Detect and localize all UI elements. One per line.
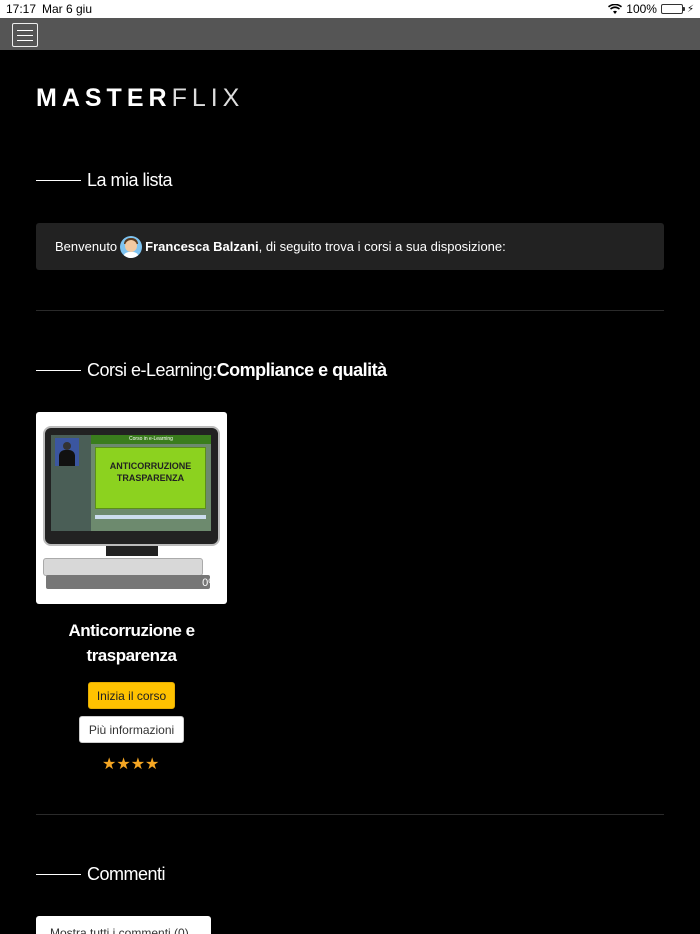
section-divider xyxy=(36,310,664,311)
welcome-suffix: , di seguito trova i corsi a sua disposi… xyxy=(258,239,506,254)
welcome-box: Benvenuto Francesca Balzani , di seguito… xyxy=(36,223,664,270)
hamburger-menu-button[interactable] xyxy=(12,23,38,47)
category-heading: Corsi e-Learning: Compliance e qualità xyxy=(36,360,387,381)
user-avatar-icon xyxy=(120,235,143,258)
heading-line xyxy=(36,370,81,371)
welcome-prefix: Benvenuto xyxy=(55,239,118,254)
status-time: 17:17 xyxy=(6,2,37,16)
battery-icon xyxy=(660,4,685,14)
screen-header: Corso in e-Learning xyxy=(91,435,211,444)
keyboard-illustration xyxy=(43,558,203,576)
course-thumbnail[interactable]: Corso in e-Learning ANTICORRUZIONE TRASP… xyxy=(36,412,227,604)
section-divider xyxy=(36,814,664,815)
heading-line xyxy=(36,180,81,181)
menu-line-icon xyxy=(17,39,33,41)
category-title-prefix: Corsi e-Learning: xyxy=(87,360,217,380)
rating-stars-icon: ★★★★ xyxy=(102,756,160,773)
my-list-heading: La mia lista xyxy=(36,170,173,191)
my-list-title: La mia lista xyxy=(87,170,173,190)
logo-flix: FLIX xyxy=(171,84,245,112)
comments-heading: Commenti xyxy=(36,864,166,885)
status-bar: 17:17 Mar 6 giu 100% ⚡ xyxy=(0,0,700,18)
user-name: Francesca Balzani xyxy=(145,239,259,254)
show-all-comments-button[interactable]: Mostra tutti i commenti (0) xyxy=(36,916,211,934)
computer-illustration: Corso in e-Learning ANTICORRUZIONE TRASP… xyxy=(43,426,220,546)
heading-line xyxy=(36,874,81,875)
category-title-bold: Compliance e qualità xyxy=(216,360,388,380)
status-right: 100% ⚡ xyxy=(608,2,694,16)
course-title: Anticorruzione e trasparenza xyxy=(68,621,195,665)
menu-line-icon xyxy=(17,34,33,36)
presenter-icon xyxy=(55,438,79,466)
course-progress: 0% xyxy=(202,577,218,589)
menu-line-icon xyxy=(17,29,33,31)
masterflix-logo[interactable]: MASTERFLIX xyxy=(36,84,244,113)
wifi-icon xyxy=(608,3,623,14)
status-date: Mar 6 giu xyxy=(42,2,93,16)
logo-master: MASTER xyxy=(36,84,172,112)
comments-title: Commenti xyxy=(87,864,166,884)
more-info-button[interactable]: Più informazioni xyxy=(79,716,184,743)
battery-percent: 100% xyxy=(626,2,657,16)
charging-icon: ⚡ xyxy=(686,3,694,15)
screen-course-title: ANTICORRUZIONE TRASPARENZA xyxy=(95,447,206,509)
top-navbar xyxy=(0,18,700,50)
start-course-button[interactable]: Inizia il corso xyxy=(88,682,175,709)
